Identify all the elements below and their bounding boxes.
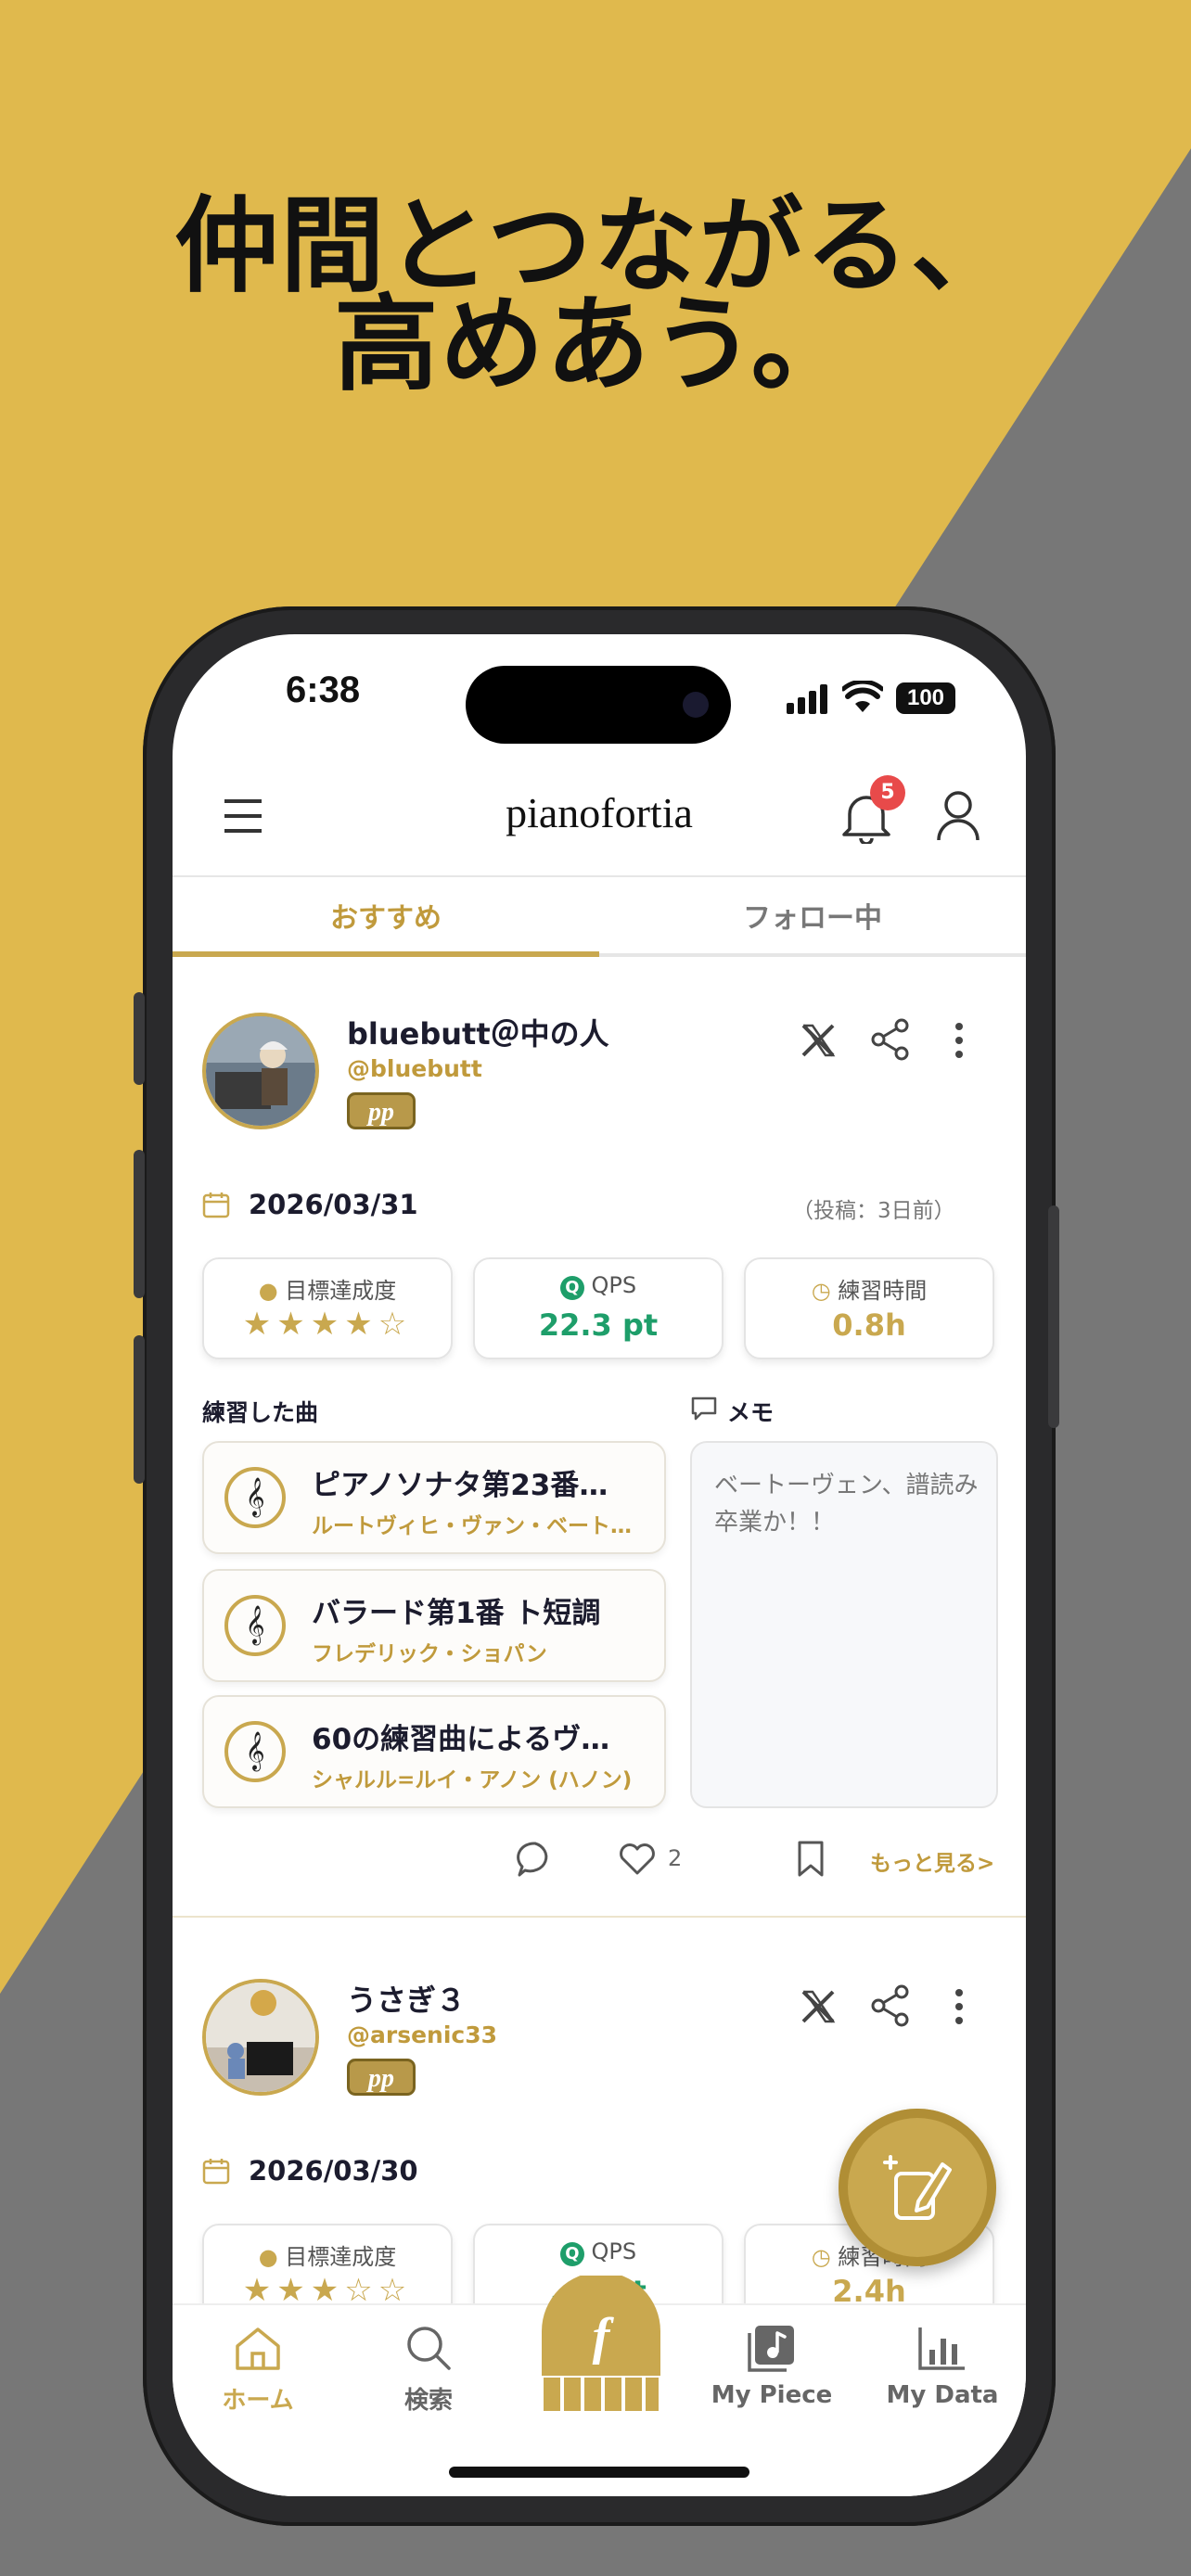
more-options-icon[interactable] (954, 1022, 965, 1059)
post-divider (173, 1916, 1026, 1918)
tab-following[interactable]: フォロー中 (599, 877, 1026, 961)
post-date: 2026/03/31 (249, 1189, 418, 1220)
new-post-button[interactable] (839, 2109, 996, 2266)
stat-qps-value: 22.3 pt (538, 1307, 659, 1343)
compose-icon (883, 2155, 952, 2220)
qps-icon: Q (559, 1276, 584, 1300)
battery-indicator: 100 (896, 682, 955, 714)
treble-clef-icon: 𝄞 (224, 1721, 286, 1782)
nav-home-label: ホーム (222, 2387, 294, 2415)
dynamics-badge: pp (347, 1092, 416, 1129)
stat-time-value: 0.8h (832, 1307, 906, 1343)
nav-home[interactable]: ホーム (184, 2324, 332, 2416)
nav-search-label: 検索 (403, 2387, 453, 2415)
nav-search[interactable]: 検索 (354, 2324, 503, 2416)
comment-icon[interactable] (516, 1840, 555, 1879)
tab-divider (599, 953, 1026, 957)
calendar-icon (202, 1192, 230, 1218)
status-time: 6:38 (286, 670, 361, 710)
treble-clef-icon: 𝄞 (224, 1467, 286, 1528)
avatar-image (206, 1983, 315, 2092)
song-composer: フレデリック・ショパン (312, 1642, 547, 1666)
piano-f-icon: f (542, 2272, 660, 2413)
share-icon[interactable] (870, 1984, 911, 2027)
calendar-icon (202, 2159, 230, 2185)
posted-ago: （投稿：3日前） (792, 1199, 955, 1223)
home-icon (236, 2327, 280, 2370)
bar-chart-icon (918, 2327, 965, 2370)
notification-badge: 5 (870, 775, 905, 810)
qps-icon: Q (559, 2242, 584, 2266)
promo-headline-line2: 高めあう。 (334, 285, 857, 405)
memo-text: ベートーヴェン、譜読み卒業か！！ (714, 1472, 979, 1537)
goal-stars: ★★★★☆ (242, 1306, 413, 1343)
stat-time-label: 練習時間 (838, 1278, 928, 1304)
stat-qps-label: QPS (591, 1272, 637, 1298)
bookmark-icon[interactable] (796, 1840, 826, 1879)
x-share-icon[interactable] (800, 1022, 837, 1059)
phone-action-button (134, 992, 145, 1085)
stat-goal-label: 目標達成度 (285, 1278, 397, 1304)
dynamic-island (466, 666, 731, 744)
share-icon[interactable] (870, 1018, 911, 1061)
song-item[interactable]: 𝄞 60の練習曲によるヴ… シャルル=ルイ・アノン (ハノン) (202, 1695, 666, 1808)
stat-goal-label: 目標達成度 (285, 2244, 397, 2270)
nav-my-piece[interactable]: My Piece (698, 2324, 846, 2409)
cellular-signal-icon (787, 684, 827, 714)
nav-piano-center[interactable]: f (536, 2272, 666, 2413)
like-count: 2 (668, 1845, 683, 1871)
heart-icon[interactable] (618, 1842, 657, 1877)
post-display-name[interactable]: bluebutt＠中の人 (347, 1011, 609, 1053)
phone-volume-up (134, 1150, 145, 1298)
nav-my-data[interactable]: My Data (868, 2324, 1017, 2409)
memo-box: ベートーヴェン、譜読み卒業か！！ (690, 1441, 998, 1808)
promo-headline-line1: 仲間とつながる、 (174, 186, 1017, 307)
home-indicator (449, 2467, 749, 2478)
nav-my-piece-label: My Piece (711, 2381, 833, 2409)
song-composer: ルートヴィヒ・ヴァン・ベート… (312, 1514, 632, 1538)
post-display-name[interactable]: うさぎ３ (347, 1977, 466, 2020)
phone-volume-down (134, 1335, 145, 1484)
stat-goal-achievement: ● 目標達成度 ★★★★☆ (202, 1257, 453, 1359)
song-title: 60の練習曲によるヴ… (312, 1723, 610, 1756)
tab-active-indicator (173, 951, 599, 957)
post-handle[interactable]: @bluebutt (347, 1055, 482, 1082)
clock-icon: ◷ (811, 2244, 831, 2270)
song-composer: シャルル=ルイ・アノン (ハノン) (312, 1768, 633, 1792)
avatar-image (206, 1016, 315, 1126)
song-title: バラード第1番 ト短調 (312, 1597, 601, 1630)
phone-power-button (1048, 1205, 1059, 1428)
nav-my-data-label: My Data (886, 2381, 999, 2409)
dynamics-badge: pp (347, 2059, 416, 2096)
memo-icon (691, 1396, 717, 1421)
search-icon (407, 2327, 451, 2370)
clock-icon: ◷ (811, 1278, 831, 1304)
memo-label: メモ (727, 1399, 775, 1426)
stat-qps: Q QPS 22.3 pt (473, 1257, 724, 1359)
treble-clef-icon: 𝄞 (224, 1595, 286, 1656)
song-title: ピアノソナタ第23番… (312, 1469, 608, 1502)
song-item[interactable]: 𝄞 バラード第1番 ト短調 フレデリック・ショパン (202, 1569, 666, 1682)
stat-qps-label: QPS (591, 2238, 637, 2264)
wifi-icon (842, 681, 883, 712)
stat-practice-time: ◷ 練習時間 0.8h (744, 1257, 994, 1359)
avatar[interactable] (202, 1013, 319, 1129)
tab-recommended[interactable]: おすすめ (173, 877, 599, 961)
avatar[interactable] (202, 1979, 319, 2096)
post-date: 2026/03/30 (249, 2155, 418, 2187)
x-share-icon[interactable] (800, 1988, 837, 2025)
profile-icon[interactable] (935, 788, 981, 844)
post-handle[interactable]: @arsenic33 (347, 2021, 497, 2048)
more-options-icon[interactable] (954, 1988, 965, 2025)
see-more-link[interactable]: もっと見る> (870, 1845, 994, 1877)
practiced-songs-label: 練習した曲 (202, 1399, 319, 1426)
music-library-icon (748, 2326, 794, 2372)
phone-screen: 6:38 100 pianofortia 5 おすすめ フォロー中 bluebu… (173, 634, 1026, 2496)
song-item[interactable]: 𝄞 ピアノソナタ第23番… ルートヴィヒ・ヴァン・ベート… (202, 1441, 666, 1554)
